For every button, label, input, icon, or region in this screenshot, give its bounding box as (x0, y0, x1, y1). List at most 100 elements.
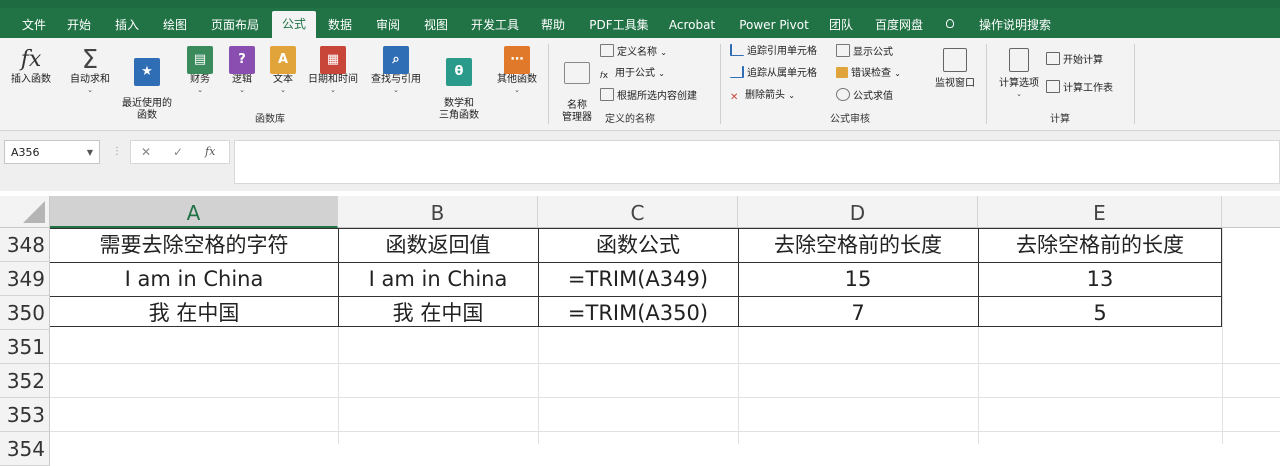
calc-now-button[interactable]: 开始计算 (1046, 52, 1103, 68)
cell-b348[interactable]: 函数返回值 (338, 228, 538, 262)
trace-precedents-button[interactable]: 追踪引用单元格 (730, 44, 817, 60)
tell-me-search[interactable]: 操作说明搜索 (940, 12, 1070, 38)
column-header-d[interactable]: D (738, 196, 978, 228)
select-all-button[interactable] (0, 196, 50, 228)
chevron-down-icon: ⌄ (239, 86, 245, 94)
tab-view[interactable]: 视图 (418, 12, 454, 38)
trace-dependents-icon (730, 66, 744, 78)
remove-arrows-button[interactable]: ✕ 删除箭头 ⌄ (730, 88, 795, 104)
tab-baidu-netdisk[interactable]: 百度网盘 (870, 12, 928, 38)
tab-home[interactable]: 开始 (62, 12, 96, 38)
enter-icon[interactable]: ✓ (173, 145, 183, 159)
create-from-selection-button[interactable]: 根据所选内容创建 (600, 88, 697, 104)
column-header-f[interactable] (1222, 196, 1280, 228)
cell-c350[interactable]: =TRIM(A350) (538, 296, 738, 330)
title-bar-strip (0, 0, 1280, 8)
chevron-down-icon: ⌄ (514, 86, 520, 94)
warning-icon (836, 67, 848, 78)
tab-formulas[interactable]: 公式 (272, 11, 316, 38)
autosum-button[interactable]: Σ 自动求和 ⌄ (64, 46, 116, 94)
tab-insert[interactable]: 插入 (110, 12, 144, 38)
row-header[interactable]: 354 (0, 432, 50, 466)
cell-a350[interactable]: 我 在中国 (50, 296, 338, 330)
cell-e348[interactable]: 去除空格前的长度 (978, 228, 1222, 262)
table-border (338, 228, 339, 326)
cell-d348[interactable]: 去除空格前的长度 (738, 228, 978, 262)
show-formulas-icon (836, 44, 850, 57)
lookup-button[interactable]: ⌕ 查找与引用 ⌄ (366, 46, 426, 94)
ribbon-formulas: fx 插入函数 Σ 自动求和 ⌄ ★ 最近使用的 函数 ▤ 财务 ⌄ ? 逻辑 … (0, 38, 1280, 131)
math-trig-button[interactable]: θ 数学和 三角函数 (430, 46, 488, 122)
column-header-b[interactable]: B (338, 196, 538, 228)
trace-dependents-button[interactable]: 追踪从属单元格 (730, 66, 817, 82)
lightbulb-icon (946, 19, 954, 28)
tab-draw[interactable]: 绘图 (158, 12, 192, 38)
tab-data[interactable]: 数据 (322, 12, 358, 38)
tab-pdf-tools[interactable]: PDF工具集 (584, 12, 654, 38)
use-in-formula-button[interactable]: 𝑓x 用于公式 ⌄ (600, 66, 665, 82)
tab-power-pivot[interactable]: Power Pivot (732, 12, 816, 38)
row-header[interactable]: 353 (0, 398, 50, 432)
calc-options-button[interactable]: 计算选项 ⌄ (994, 48, 1044, 98)
cell-d349[interactable]: 15 (738, 262, 978, 296)
column-header-c[interactable]: C (538, 196, 738, 228)
cell-b349[interactable]: I am in China (338, 262, 538, 296)
calc-now-label: 开始计算 (1063, 55, 1103, 66)
row-header[interactable]: 352 (0, 364, 50, 398)
cell-e350[interactable]: 5 (978, 296, 1222, 330)
lookup-label: 查找与引用 (371, 74, 421, 85)
row-header[interactable]: 349 (0, 262, 50, 296)
tab-help[interactable]: 帮助 (536, 12, 570, 38)
ribbon-separator (548, 44, 549, 124)
calc-sheet-button[interactable]: 计算工作表 (1046, 80, 1113, 96)
define-name-button[interactable]: 定义名称 ⌄ (600, 44, 667, 60)
evaluate-formula-button[interactable]: 公式求值 (836, 88, 893, 104)
row-header[interactable]: 350 (0, 296, 50, 330)
row-header[interactable]: 348 (0, 228, 50, 262)
tab-acrobat[interactable]: Acrobat (664, 12, 720, 38)
calculator-small-icon (1046, 52, 1060, 65)
table-border (50, 262, 1222, 263)
watch-window-button[interactable]: 监视窗口 (930, 48, 980, 90)
column-header-a[interactable]: A (50, 196, 338, 228)
calc-options-label: 计算选项 (999, 78, 1039, 89)
cell-c349[interactable]: =TRIM(A349) (538, 262, 738, 296)
cancel-icon[interactable]: ✕ (141, 145, 151, 159)
tab-developer[interactable]: 开发工具 (466, 12, 524, 38)
use-in-formula-label: 用于公式 (615, 68, 655, 79)
select-all-triangle-icon (23, 201, 45, 223)
magnifier-book-icon: ⌕ (383, 46, 409, 74)
insert-function-button[interactable]: fx 插入函数 (6, 46, 56, 86)
create-from-selection-label: 根据所选内容创建 (617, 91, 697, 102)
recently-used-button[interactable]: ★ 最近使用的 函数 (118, 46, 176, 122)
cell-c348[interactable]: 函数公式 (538, 228, 738, 262)
tab-page-layout[interactable]: 页面布局 (206, 12, 264, 38)
tab-review[interactable]: 审阅 (370, 12, 406, 38)
logical-button[interactable]: ? 逻辑 ⌄ (224, 46, 260, 94)
cell-a348[interactable]: 需要去除空格的字符 (50, 228, 338, 262)
tab-file[interactable]: 文件 (18, 12, 50, 38)
insert-function-icon[interactable]: fx (205, 145, 215, 158)
datetime-button[interactable]: ▦ 日期和时间 ⌄ (304, 46, 362, 94)
show-formulas-button[interactable]: 显示公式 (836, 44, 893, 60)
column-header-e[interactable]: E (978, 196, 1222, 228)
cell-a349[interactable]: I am in China (50, 262, 338, 296)
financial-button[interactable]: ▤ 财务 ⌄ (182, 46, 218, 94)
fx-icon: fx (20, 47, 42, 72)
error-checking-button[interactable]: 错误检查 ⌄ (836, 66, 901, 82)
ribbon-separator (986, 44, 987, 124)
more-functions-button[interactable]: ⋯ 其他函数 ⌄ (492, 46, 542, 94)
formula-input[interactable] (234, 140, 1280, 184)
chevron-down-icon[interactable]: ▼ (87, 141, 93, 165)
tab-team[interactable]: 团队 (824, 12, 858, 38)
remove-arrows-label: 删除箭头 (745, 90, 785, 101)
cell-b350[interactable]: 我 在中国 (338, 296, 538, 330)
row-header[interactable]: 351 (0, 330, 50, 364)
chevron-down-icon: ⌄ (1016, 90, 1022, 98)
cell-e349[interactable]: 13 (978, 262, 1222, 296)
table-border (738, 228, 739, 326)
formula-auditing-group-label: 公式审核 (830, 114, 870, 125)
text-button[interactable]: A 文本 ⌄ (266, 46, 300, 94)
name-box[interactable]: A356 ▼ (4, 140, 100, 164)
cell-d350[interactable]: 7 (738, 296, 978, 330)
